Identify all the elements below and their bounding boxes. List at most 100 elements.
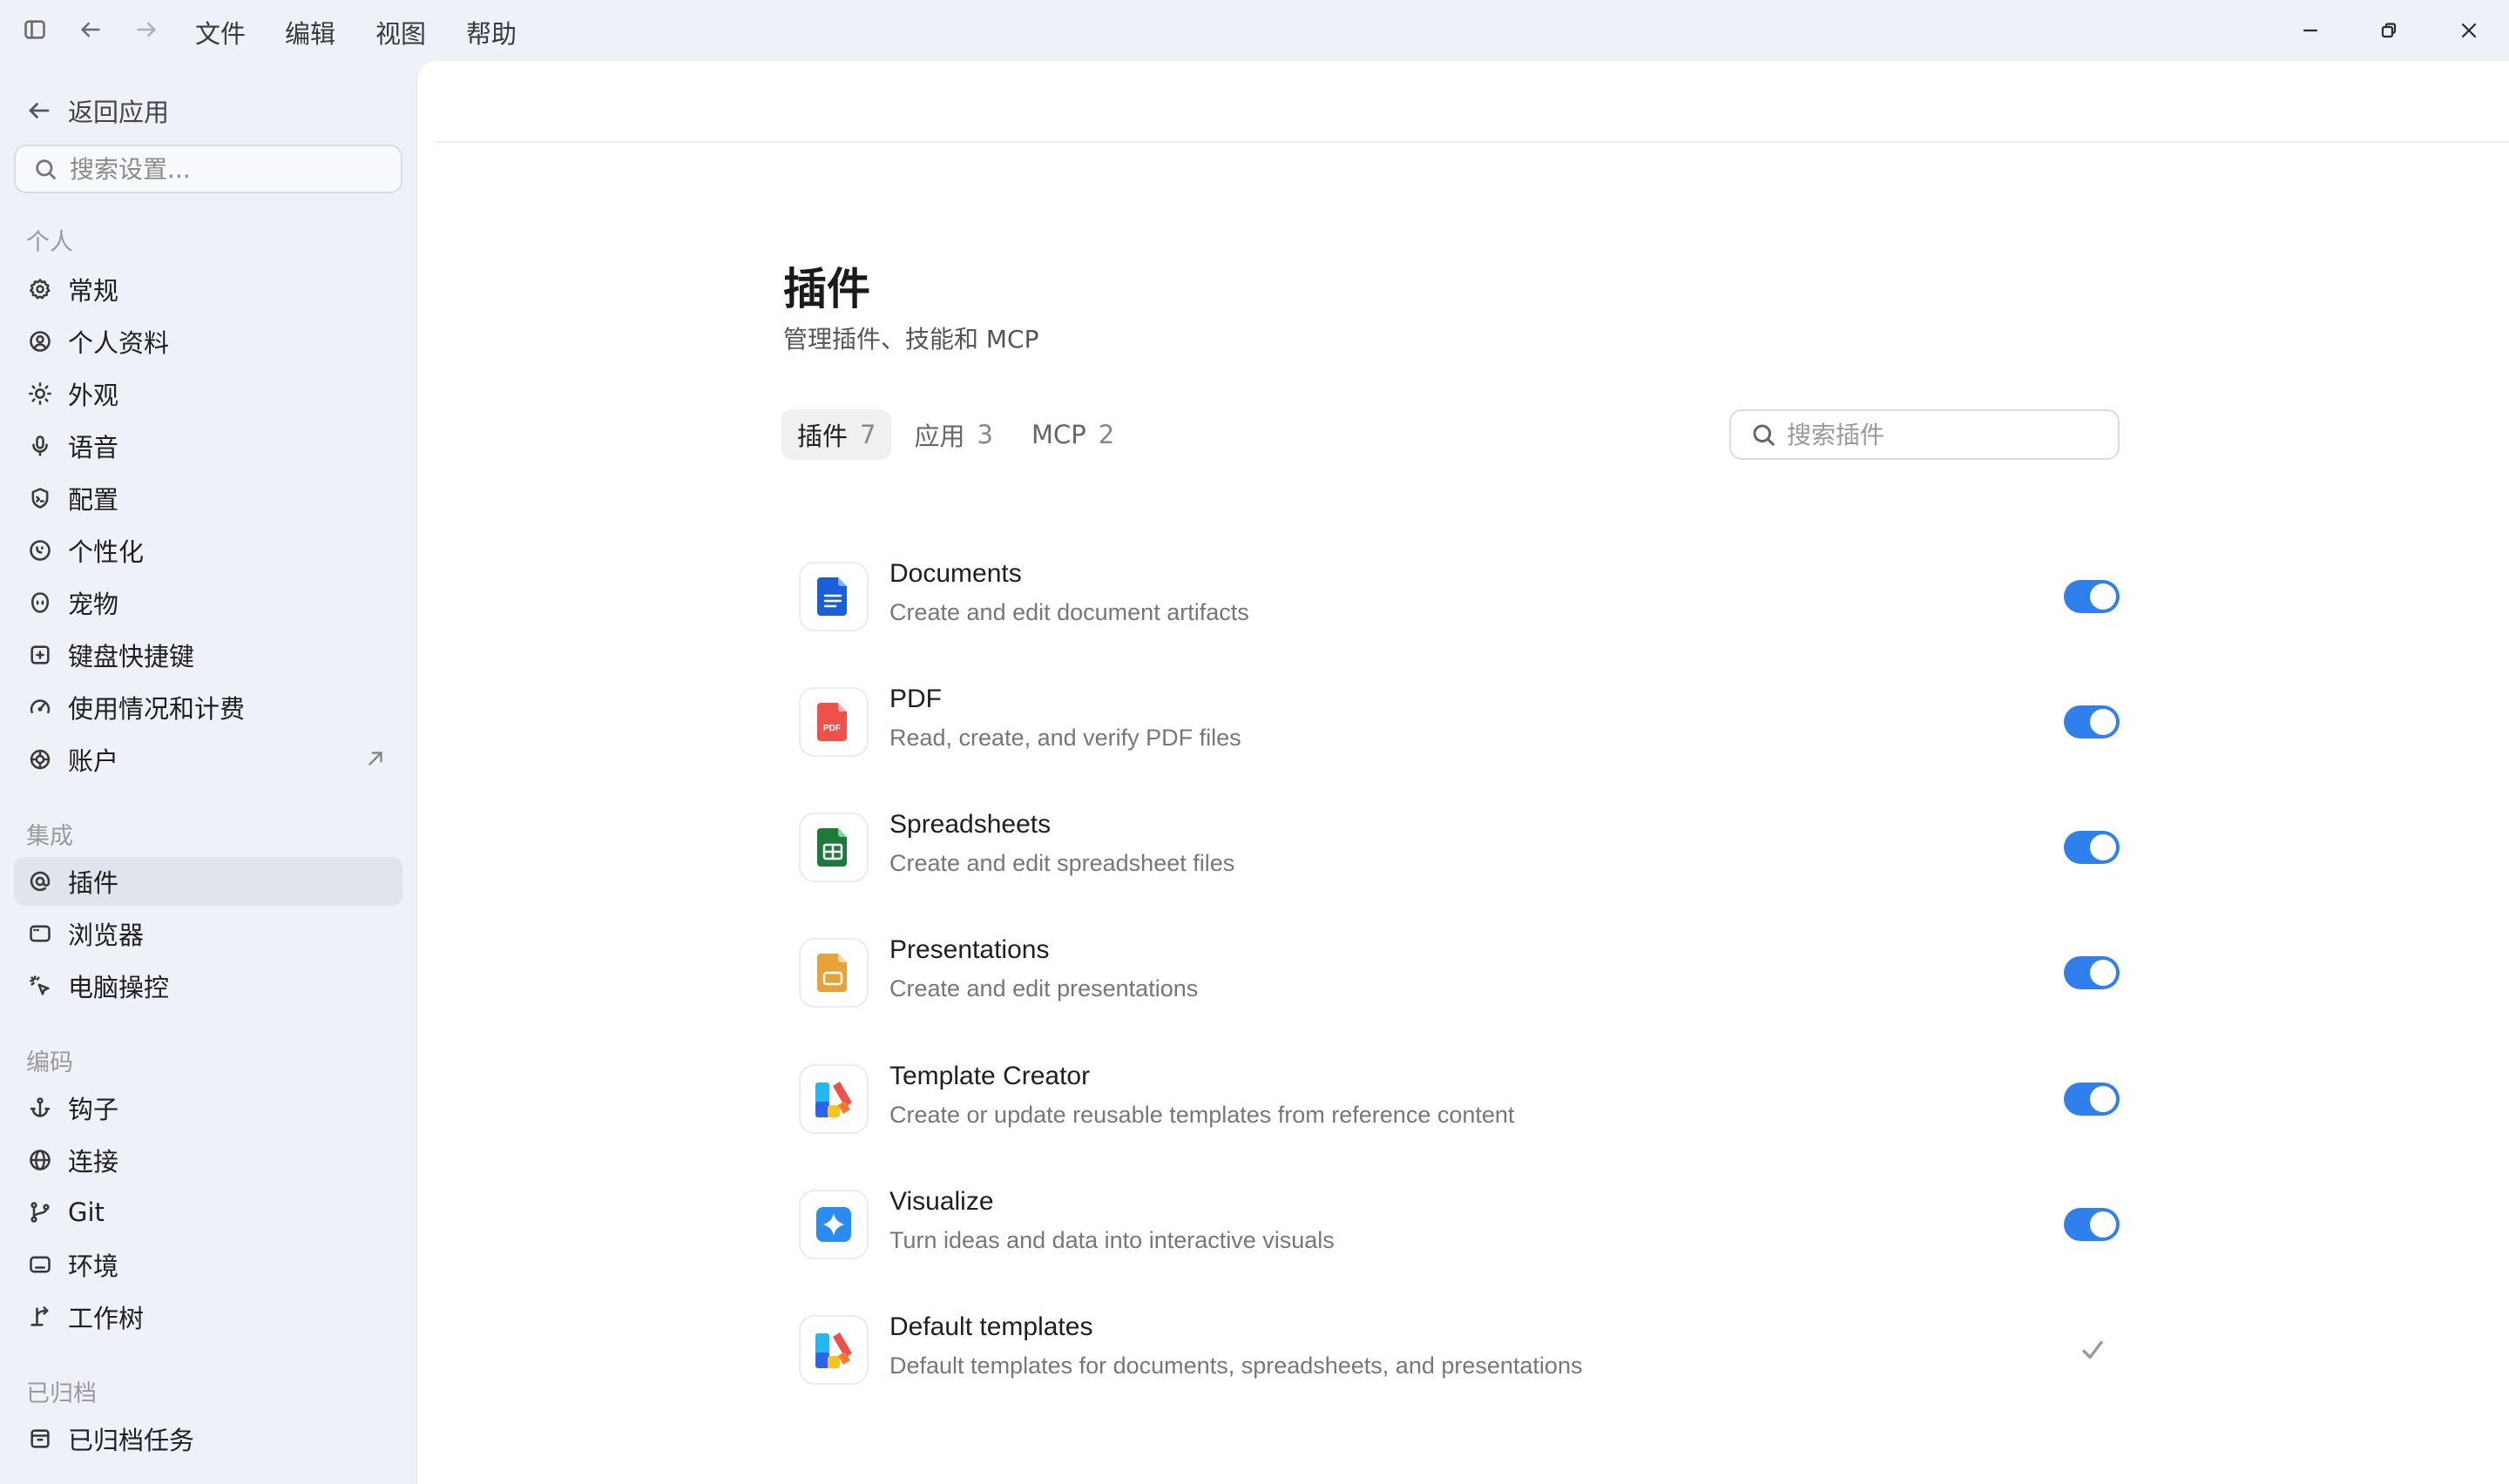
plugin-description: Read, create, and verify PDF files <box>889 725 1241 751</box>
tab-apps[interactable]: 应用 3 <box>898 409 1008 460</box>
sidebar-item-profile[interactable]: 个人资料 <box>14 317 402 366</box>
user-circle-icon <box>30 331 51 352</box>
plugin-search-input[interactable] <box>1787 420 2100 449</box>
plugin-toggle-presentations[interactable] <box>2064 956 2120 989</box>
sidebar-item-label: 配置 <box>68 485 119 515</box>
sidebar-item-usage-billing[interactable]: 使用情况和计费 <box>14 683 402 732</box>
sidebar-item-label: 账户 <box>68 746 119 776</box>
sidebar-item-plugins[interactable]: 插件 <box>14 857 402 906</box>
main-panel: 插件 管理插件、技能和 MCP 插件 7 应用 3 MCP 2 搜索插件 Doc… <box>416 61 2509 1484</box>
sidebar-item-label: 工作树 <box>68 1304 145 1333</box>
page-title: 插件 <box>783 264 870 314</box>
sidebar-item-label: 语音 <box>68 433 119 462</box>
pdf-icon-text: PDF <box>823 724 841 733</box>
sidebar-item-label: 浏览器 <box>68 921 145 950</box>
menu-file[interactable]: 文件 <box>195 14 246 51</box>
back-to-app-link[interactable]: 返回应用 <box>26 89 169 132</box>
sidebar-item-general[interactable]: 常规 <box>14 265 402 314</box>
plugin-name: Template Creator <box>889 1062 1091 1090</box>
sidebar-item-label: 已归档任务 <box>68 1426 195 1455</box>
sidebar-item-account[interactable]: 账户 <box>14 735 402 784</box>
pdf-icon: PDF <box>799 687 869 757</box>
sidebar-item-label: 电脑操控 <box>68 973 170 1002</box>
sidebar-item-environment[interactable]: 环境 <box>14 1240 402 1289</box>
sidebar-item-personalization[interactable]: 个性化 <box>14 526 402 575</box>
plugin-row-default-templates: Default templates Default templates for … <box>799 1302 2120 1398</box>
globe-icon <box>30 1150 51 1170</box>
plugin-row-spreadsheets: Spreadsheets Create and edit spreadsheet… <box>799 799 2120 895</box>
page-subtitle: 管理插件、技能和 MCP <box>783 325 1039 354</box>
sidebar-item-worktrees[interactable]: 工作树 <box>14 1292 402 1341</box>
worktree-icon <box>30 1306 49 1326</box>
gear-icon <box>29 279 51 300</box>
tab-count: 7 <box>860 420 876 449</box>
plugin-toggle-visualize[interactable] <box>2064 1208 2120 1241</box>
sidebar-item-configuration[interactable]: 配置 <box>14 474 402 523</box>
sidebar-item-label: 个性化 <box>68 537 145 567</box>
plugin-name: Presentations <box>889 935 1050 964</box>
plugin-toggle-documents[interactable] <box>2064 580 2120 613</box>
tab-count: 3 <box>977 420 993 449</box>
close-button[interactable] <box>2448 12 2490 49</box>
plugin-name: Visualize <box>889 1187 994 1216</box>
menu-edit[interactable]: 编辑 <box>285 14 335 51</box>
document-icon <box>799 562 869 631</box>
sun-icon <box>29 382 51 405</box>
menu-help[interactable]: 帮助 <box>466 14 517 51</box>
plugin-name: Default templates <box>889 1312 1093 1341</box>
anchor-icon <box>30 1097 51 1117</box>
restore-button[interactable] <box>2368 12 2410 49</box>
terminal-icon <box>30 1256 51 1273</box>
sidebar-item-pets[interactable]: 宠物 <box>14 578 402 627</box>
tab-plugins[interactable]: 插件 7 <box>781 409 892 460</box>
git-branch-icon <box>30 1202 50 1223</box>
forward-arrow-icon[interactable] <box>129 12 164 47</box>
sidebar-item-hooks[interactable]: 钩子 <box>14 1083 402 1132</box>
section-label-coding: 编码 <box>26 1049 73 1076</box>
plugin-description: Create or update reusable templates from… <box>889 1102 1515 1128</box>
plugin-toggle-pdf[interactable] <box>2064 705 2120 739</box>
sidebar-item-voice[interactable]: 语音 <box>14 422 402 470</box>
minimize-button[interactable] <box>2289 12 2331 49</box>
plugin-toggle-template-creator[interactable] <box>2064 1083 2120 1116</box>
check-icon <box>2078 1335 2107 1365</box>
sidebar-item-keyboard-shortcuts[interactable]: 键盘快捷键 <box>14 631 402 679</box>
sidebar-item-git[interactable]: Git <box>14 1188 402 1237</box>
sidebar-item-connections[interactable]: 连接 <box>14 1136 402 1184</box>
plugin-search-box[interactable] <box>1729 409 2120 460</box>
search-icon <box>1753 424 1775 446</box>
default-templates-icon <box>799 1315 869 1385</box>
plugin-description: Turn ideas and data into interactive vis… <box>889 1227 1335 1253</box>
plugin-row-pdf: PDF PDF Read, create, and verify PDF fil… <box>799 674 2120 770</box>
plugin-description: Create and edit presentations <box>889 975 1199 1002</box>
section-label-archived: 已归档 <box>26 1380 97 1407</box>
back-to-app-label: 返回应用 <box>68 98 170 127</box>
tab-mcp[interactable]: MCP 2 <box>1016 409 1130 460</box>
sidebar-item-archived-tasks[interactable]: 已归档任务 <box>14 1414 402 1463</box>
sidebar-toggle-icon[interactable] <box>17 12 52 47</box>
plugin-toggle-spreadsheets[interactable] <box>2064 831 2120 864</box>
browser-icon <box>30 925 51 942</box>
shield-icon <box>31 488 49 509</box>
plugin-row-documents: Documents Create and edit document artif… <box>799 549 2120 644</box>
template-creator-icon <box>799 1064 869 1134</box>
at-sign-icon <box>30 871 51 892</box>
sidebar-item-browser[interactable]: 浏览器 <box>14 909 402 958</box>
sidebar-item-appearance[interactable]: 外观 <box>14 369 402 418</box>
menu-view[interactable]: 视图 <box>375 14 426 51</box>
sidebar-item-computer-use[interactable]: 电脑操控 <box>14 961 402 1010</box>
settings-search-input[interactable] <box>70 154 392 184</box>
pet-icon <box>30 592 50 613</box>
plugin-row-presentations: Presentations Create and edit presentati… <box>799 925 2120 1021</box>
back-arrow-icon[interactable] <box>73 12 108 47</box>
plugin-description: Default templates for documents, spreads… <box>889 1352 1583 1379</box>
spreadsheet-icon <box>799 813 869 882</box>
header-divider <box>435 141 2509 143</box>
gauge-icon <box>30 699 51 714</box>
sidebar-item-label: 插件 <box>68 868 119 898</box>
plugin-description: Create and edit document artifacts <box>889 599 1249 625</box>
keyboard-icon <box>30 645 50 664</box>
archive-icon <box>30 1429 50 1448</box>
settings-search-box[interactable] <box>14 145 402 193</box>
account-icon <box>30 749 51 770</box>
